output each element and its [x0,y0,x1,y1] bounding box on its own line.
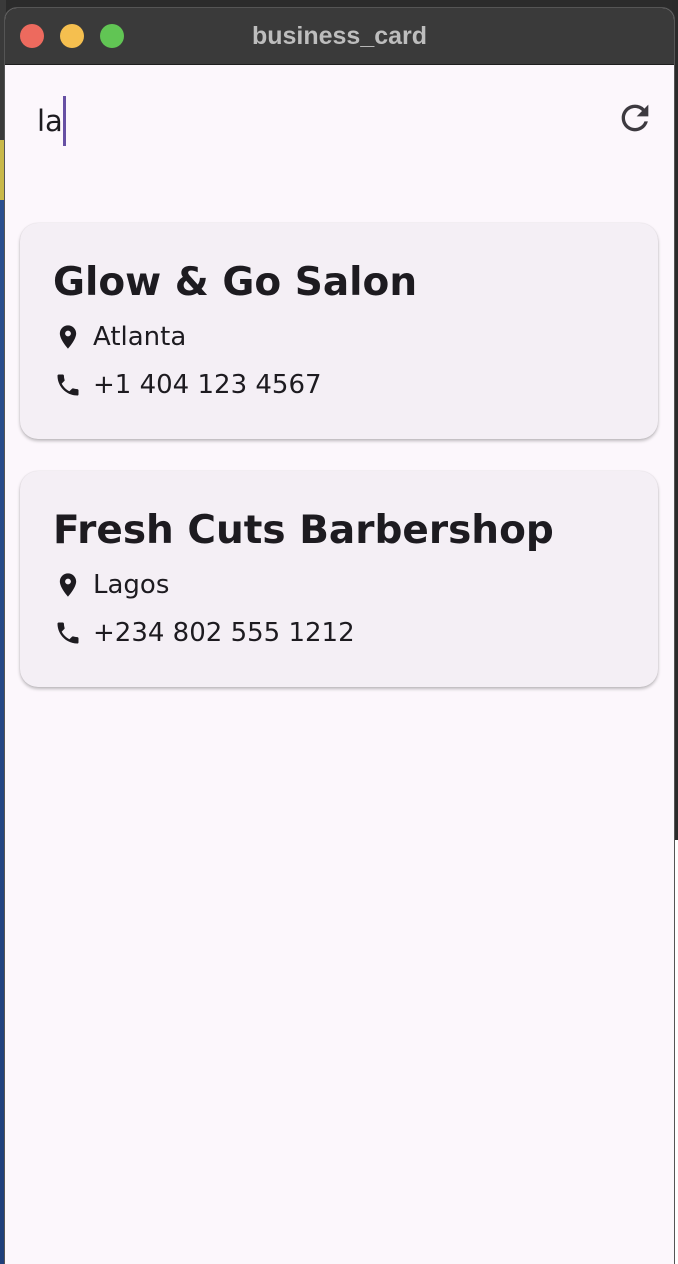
location-row: Lagos [53,561,658,609]
location-row: Atlanta [53,313,658,361]
refresh-icon [615,98,655,143]
business-name: Fresh Cuts Barbershop [53,508,554,553]
window-title: business_card [251,22,428,50]
refresh-button[interactable] [610,95,660,145]
business-name: Glow & Go Salon [53,260,418,305]
business-list: Glow & Go Salon Atlanta +1 404 123 4567 … [20,223,658,719]
app-window: business_card Glow & Go Salon [5,8,674,1264]
business-phone: +234 802 555 1212 [93,618,355,648]
business-location: Atlanta [93,322,187,352]
business-location: Lagos [93,570,170,600]
location-pin-icon [53,570,83,600]
business-phone: +1 404 123 4567 [93,370,322,400]
phone-row: +234 802 555 1212 [53,609,658,657]
business-card[interactable]: Fresh Cuts Barbershop Lagos +234 802 555… [20,471,658,687]
phone-icon [53,370,83,400]
main-content: Glow & Go Salon Atlanta +1 [5,65,674,1264]
phone-row: +1 404 123 4567 [53,361,658,409]
phone-icon [53,618,83,648]
search-bar [5,65,674,175]
text-caret [63,96,66,146]
title-bar[interactable]: business_card [5,8,674,65]
location-pin-icon [53,322,83,352]
business-card[interactable]: Glow & Go Salon Atlanta +1 404 123 4567 [20,223,658,439]
search-input[interactable] [37,93,577,149]
